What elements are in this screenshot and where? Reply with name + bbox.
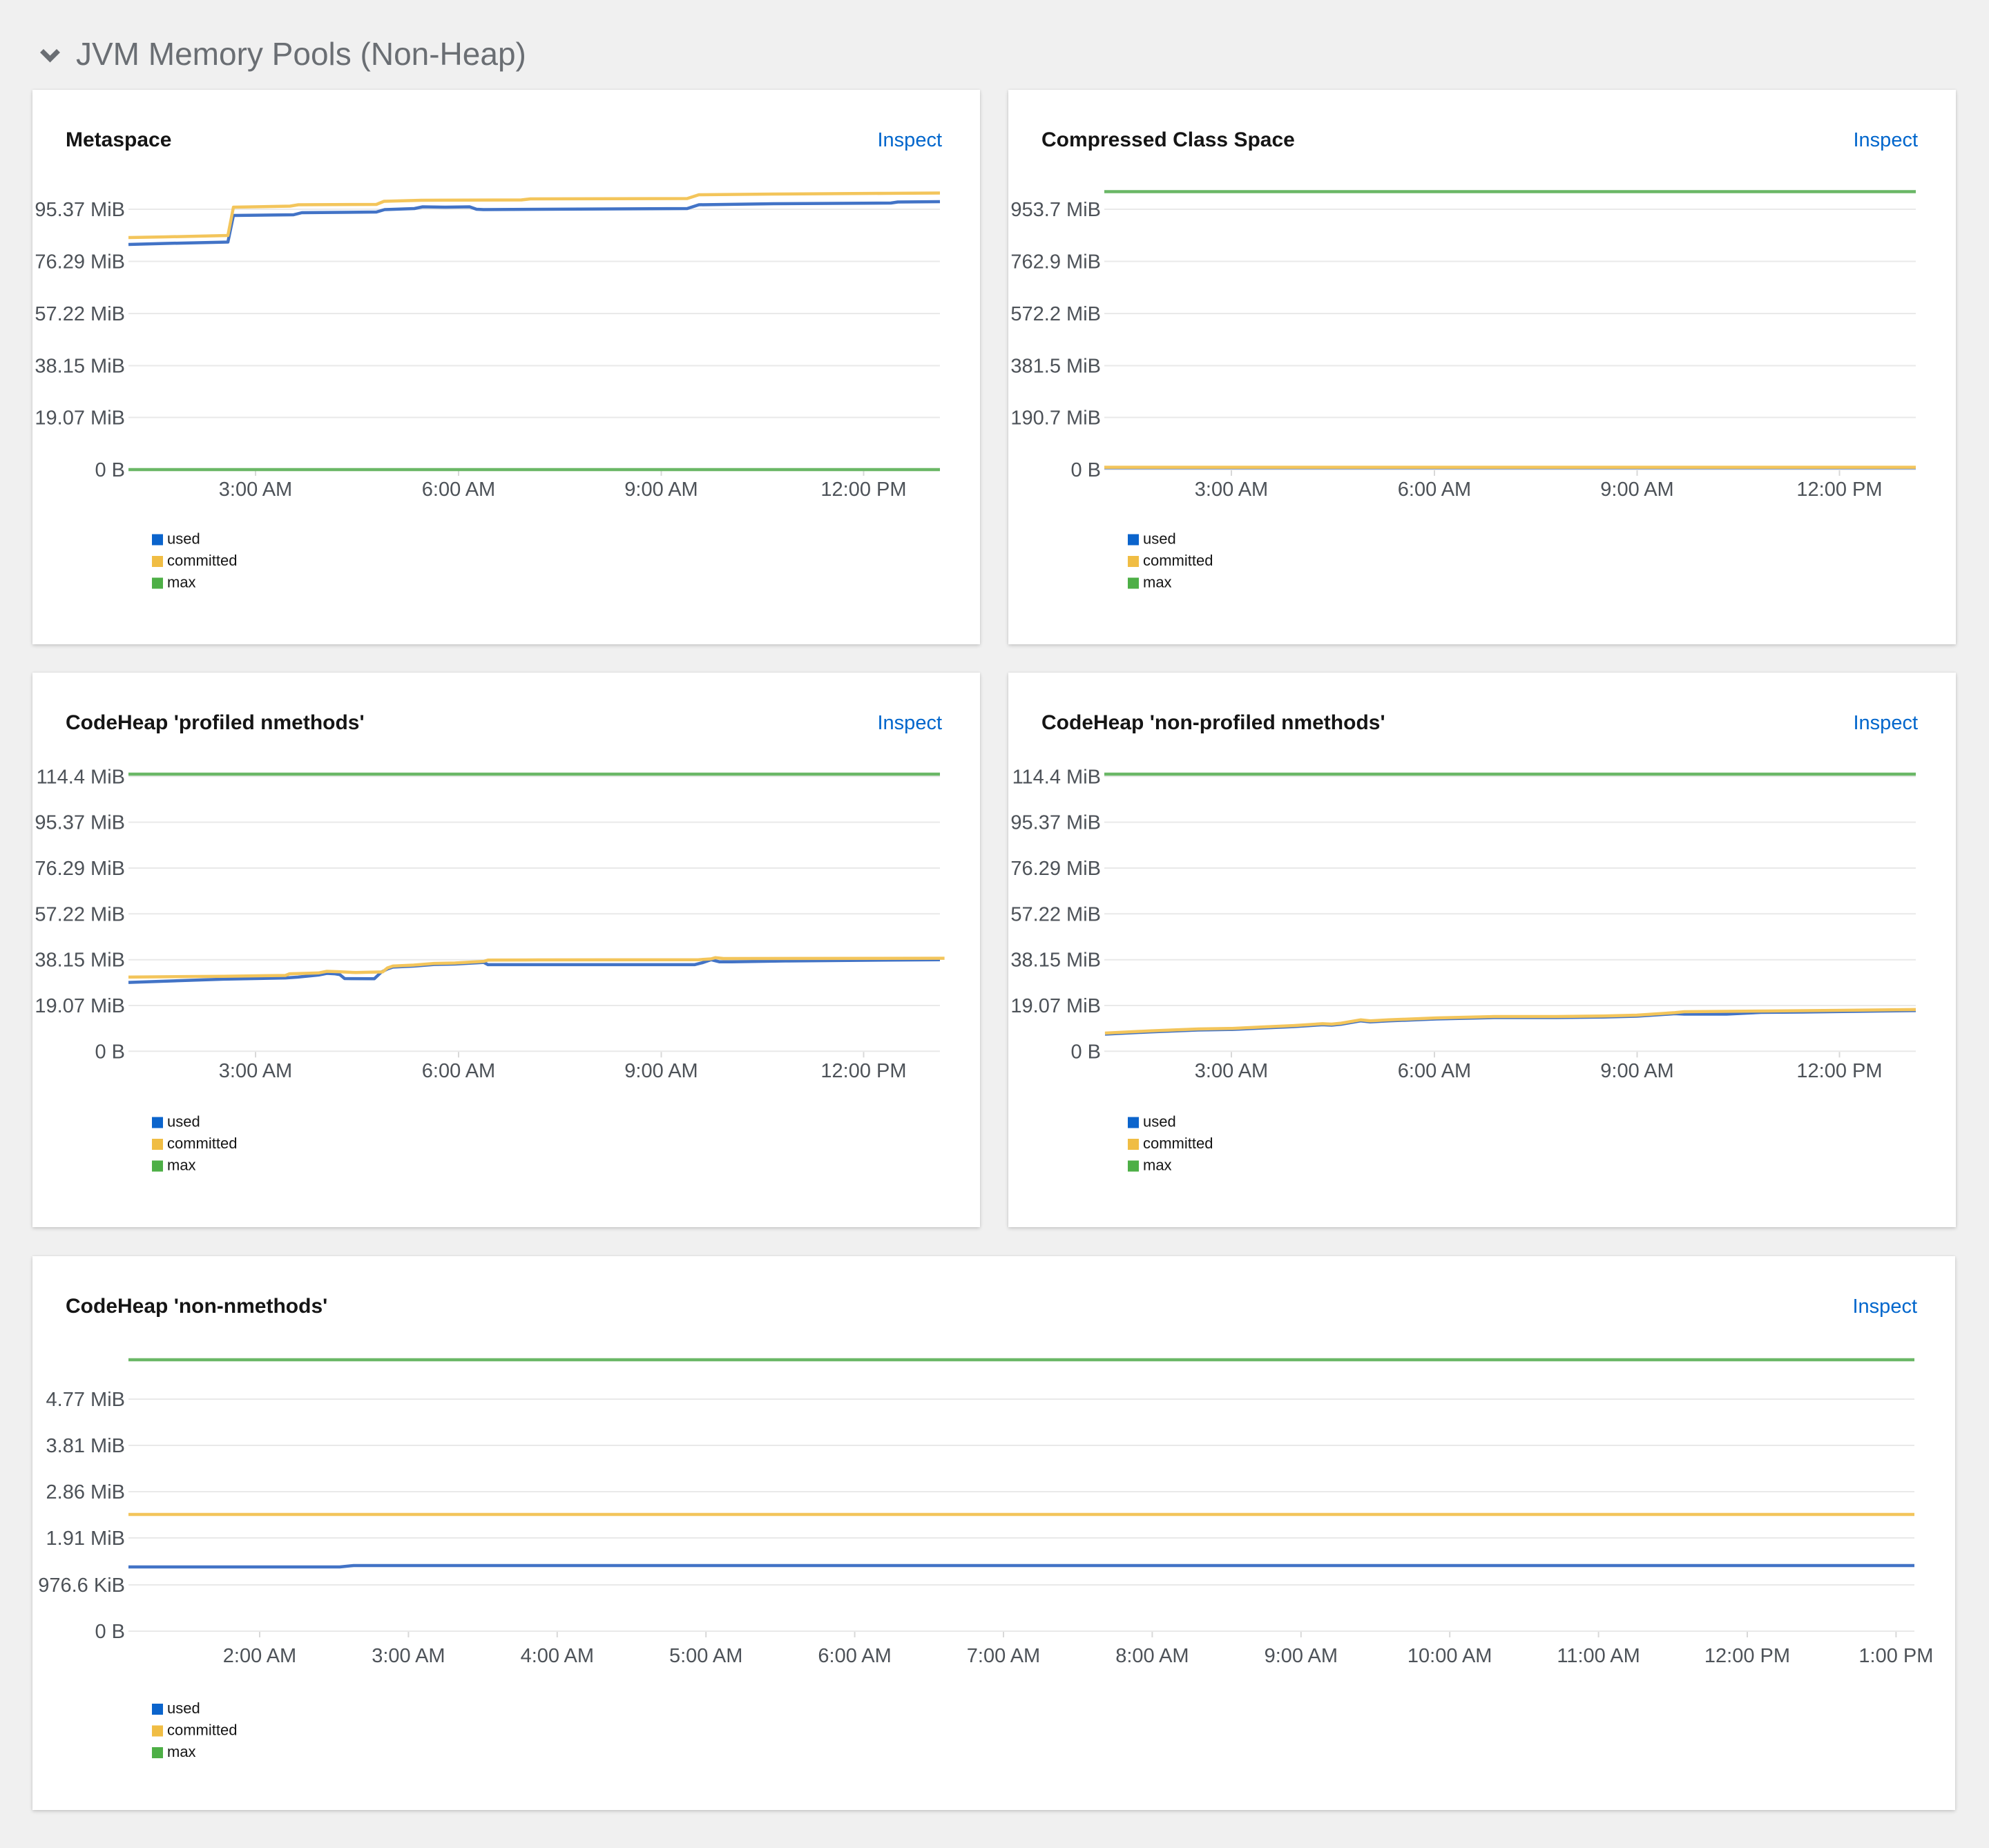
svg-text:114.4 MiB: 114.4 MiB: [37, 766, 125, 788]
svg-text:12:00 PM: 12:00 PM: [1796, 1060, 1882, 1082]
svg-text:0 B: 0 B: [1070, 459, 1101, 481]
svg-text:95.37 MiB: 95.37 MiB: [1010, 812, 1101, 834]
svg-text:Compressed Class Space: Compressed Class Space: [1041, 128, 1295, 151]
svg-text:114.4 MiB: 114.4 MiB: [1012, 766, 1101, 788]
svg-text:Inspect: Inspect: [878, 712, 943, 734]
svg-text:committed: committed: [167, 1135, 237, 1152]
svg-text:committed: committed: [167, 1722, 237, 1739]
svg-text:57.22 MiB: 57.22 MiB: [35, 903, 125, 925]
svg-text:572.2 MiB: 572.2 MiB: [1010, 303, 1101, 325]
svg-text:381.5 MiB: 381.5 MiB: [1010, 356, 1101, 378]
svg-text:committed: committed: [1143, 552, 1213, 569]
svg-text:used: used: [1143, 1113, 1176, 1130]
svg-text:10:00 AM: 10:00 AM: [1407, 1645, 1492, 1667]
svg-text:9:00 AM: 9:00 AM: [1265, 1645, 1338, 1667]
svg-text:3.81 MiB: 3.81 MiB: [46, 1435, 125, 1457]
svg-text:762.9 MiB: 762.9 MiB: [1010, 251, 1101, 273]
svg-text:Metaspace: Metaspace: [66, 128, 171, 151]
svg-text:1:00 PM: 1:00 PM: [1858, 1645, 1933, 1667]
svg-text:0 B: 0 B: [95, 1621, 125, 1643]
svg-text:2:00 AM: 2:00 AM: [223, 1645, 296, 1667]
svg-text:4.77 MiB: 4.77 MiB: [46, 1389, 125, 1411]
svg-text:57.22 MiB: 57.22 MiB: [35, 303, 125, 325]
svg-text:6:00 AM: 6:00 AM: [422, 479, 495, 501]
svg-text:3:00 AM: 3:00 AM: [219, 1060, 292, 1082]
svg-text:CodeHeap 'profiled nmethods': CodeHeap 'profiled nmethods': [66, 711, 365, 734]
svg-text:12:00 PM: 12:00 PM: [820, 479, 906, 501]
svg-text:190.7 MiB: 190.7 MiB: [1010, 407, 1101, 430]
svg-text:6:00 AM: 6:00 AM: [818, 1645, 891, 1667]
svg-text:Inspect: Inspect: [878, 129, 943, 151]
svg-text:19.07 MiB: 19.07 MiB: [35, 995, 125, 1017]
svg-text:3:00 AM: 3:00 AM: [1195, 1060, 1268, 1082]
svg-text:8:00 AM: 8:00 AM: [1115, 1645, 1189, 1667]
svg-text:Inspect: Inspect: [1854, 712, 1919, 734]
svg-text:19.07 MiB: 19.07 MiB: [35, 407, 125, 430]
svg-text:6:00 AM: 6:00 AM: [422, 1060, 495, 1082]
svg-text:976.6 KiB: 976.6 KiB: [38, 1575, 125, 1597]
svg-text:CodeHeap 'non-nmethods': CodeHeap 'non-nmethods': [66, 1295, 327, 1318]
svg-text:max: max: [1143, 574, 1172, 591]
svg-text:19.07 MiB: 19.07 MiB: [1010, 995, 1101, 1017]
svg-text:11:00 AM: 11:00 AM: [1557, 1645, 1640, 1667]
svg-text:5:00 AM: 5:00 AM: [669, 1645, 742, 1667]
svg-text:used: used: [167, 1113, 200, 1130]
svg-text:committed: committed: [167, 552, 237, 569]
svg-text:76.29 MiB: 76.29 MiB: [35, 858, 125, 880]
svg-text:4:00 AM: 4:00 AM: [521, 1645, 594, 1667]
svg-text:38.15 MiB: 38.15 MiB: [35, 356, 125, 378]
svg-text:max: max: [167, 1743, 196, 1760]
svg-text:76.29 MiB: 76.29 MiB: [35, 251, 125, 273]
svg-text:Inspect: Inspect: [1853, 1296, 1918, 1318]
svg-text:0 B: 0 B: [95, 1041, 125, 1063]
svg-text:12:00 PM: 12:00 PM: [1704, 1645, 1790, 1667]
svg-text:12:00 PM: 12:00 PM: [1796, 479, 1882, 501]
svg-text:95.37 MiB: 95.37 MiB: [35, 199, 125, 221]
svg-text:used: used: [1143, 530, 1176, 548]
svg-text:7:00 AM: 7:00 AM: [967, 1645, 1040, 1667]
svg-text:0 B: 0 B: [95, 459, 125, 481]
svg-text:9:00 AM: 9:00 AM: [1600, 1060, 1673, 1082]
svg-text:9:00 AM: 9:00 AM: [624, 1060, 698, 1082]
svg-text:57.22 MiB: 57.22 MiB: [1010, 903, 1101, 925]
svg-text:max: max: [167, 1157, 196, 1174]
svg-text:38.15 MiB: 38.15 MiB: [1010, 950, 1101, 972]
svg-text:used: used: [167, 1700, 200, 1717]
svg-text:6:00 AM: 6:00 AM: [1398, 1060, 1471, 1082]
svg-text:76.29 MiB: 76.29 MiB: [1010, 858, 1101, 880]
svg-text:1.91 MiB: 1.91 MiB: [46, 1528, 125, 1550]
svg-text:CodeHeap 'non-profiled nmethod: CodeHeap 'non-profiled nmethods': [1041, 711, 1385, 734]
svg-text:9:00 AM: 9:00 AM: [624, 479, 698, 501]
svg-text:used: used: [167, 530, 200, 548]
svg-text:9:00 AM: 9:00 AM: [1600, 479, 1673, 501]
svg-text:953.7 MiB: 953.7 MiB: [1010, 199, 1101, 221]
svg-text:2.86 MiB: 2.86 MiB: [46, 1481, 125, 1503]
svg-text:6:00 AM: 6:00 AM: [1398, 479, 1471, 501]
svg-text:38.15 MiB: 38.15 MiB: [35, 950, 125, 972]
svg-text:Inspect: Inspect: [1854, 129, 1919, 151]
svg-text:max: max: [1143, 1157, 1172, 1174]
svg-text:max: max: [167, 574, 196, 591]
svg-text:3:00 AM: 3:00 AM: [372, 1645, 445, 1667]
svg-text:committed: committed: [1143, 1135, 1213, 1152]
svg-text:3:00 AM: 3:00 AM: [219, 479, 292, 501]
svg-text:3:00 AM: 3:00 AM: [1195, 479, 1268, 501]
svg-text:12:00 PM: 12:00 PM: [820, 1060, 906, 1082]
svg-text:95.37 MiB: 95.37 MiB: [35, 812, 125, 834]
svg-text:0 B: 0 B: [1070, 1041, 1101, 1063]
